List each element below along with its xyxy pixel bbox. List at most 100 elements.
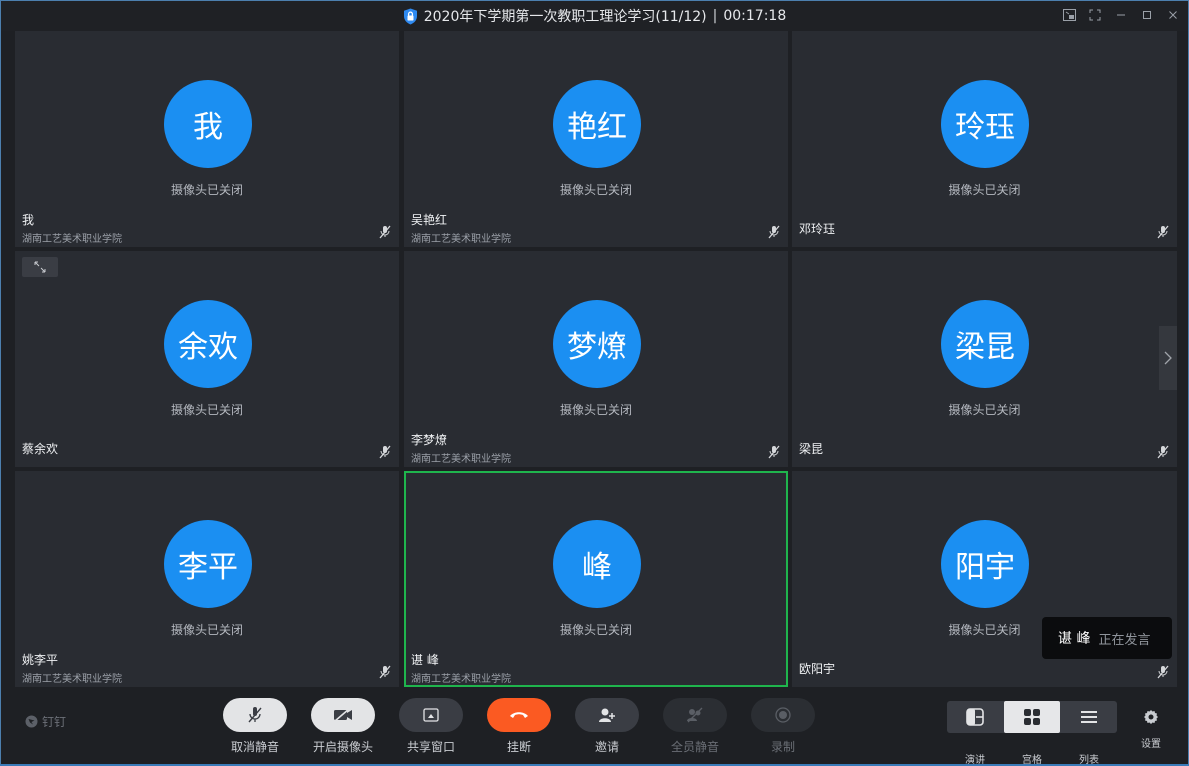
grid-layout-icon — [1024, 709, 1040, 725]
camera-off-label: 摄像头已关闭 — [170, 403, 243, 417]
speaking-name: 谌 峰 — [1058, 631, 1091, 647]
meeting-window: 2020年下学期第一次教职工理论学习(11/12) | 00:17:18 我 摄… — [0, 0, 1189, 766]
share-window-button[interactable]: 共享窗口 — [399, 698, 463, 755]
camera-off-label: 摄像头已关闭 — [948, 183, 1021, 197]
fullscreen-icon[interactable] — [1088, 7, 1102, 23]
shield-lock-icon — [403, 8, 417, 24]
participant-name: 邓玲珏 — [799, 222, 836, 236]
mic-muted-icon — [379, 445, 391, 459]
participant-name: 蔡余欢 — [22, 442, 59, 456]
mic-muted-icon — [768, 225, 780, 239]
share-screen-icon — [423, 708, 439, 722]
hangup-label: 挂断 — [506, 740, 531, 754]
list-layout-icon — [1081, 711, 1097, 723]
settings-label: 设置 — [1141, 739, 1161, 750]
speaking-indicator: 谌 峰 正在发言 — [1042, 617, 1172, 659]
participant-tile[interactable]: 余欢 摄像头已关闭 蔡余欢 — [15, 251, 399, 467]
record-button[interactable]: 录制 — [751, 698, 815, 755]
maximize-icon[interactable] — [1140, 7, 1154, 23]
participant-name: 李梦燎 — [411, 433, 448, 447]
dingtalk-logo-icon — [25, 715, 38, 728]
view-list-button[interactable] — [1061, 701, 1117, 733]
participant-org: 湖南工艺美术职业学院 — [411, 454, 511, 465]
participant-tile-active-speaker[interactable]: 峰 摄像头已关闭 谌 峰 湖南工艺美术职业学院 — [404, 471, 788, 687]
title-bar[interactable]: 2020年下学期第一次教职工理论学习(11/12) | 00:17:18 — [1, 1, 1188, 31]
participant-tile[interactable]: 玲珏 摄像头已关闭 邓玲珏 — [792, 31, 1177, 247]
mute-all-label: 全员静音 — [670, 740, 719, 754]
camera-off-icon — [334, 708, 352, 722]
camera-off-label: 摄像头已关闭 — [170, 183, 243, 197]
speaking-status: 正在发言 — [1098, 632, 1151, 648]
hangup-icon — [510, 712, 528, 718]
record-icon — [775, 707, 791, 723]
mic-muted-icon — [1157, 665, 1169, 679]
next-page-button[interactable] — [1159, 326, 1177, 390]
participant-org: 湖南工艺美术职业学院 — [411, 674, 511, 685]
brand-label: 钉钉 — [42, 715, 67, 729]
participant-tile[interactable]: 梦燎 摄像头已关闭 李梦燎 湖南工艺美术职业学院 — [404, 251, 788, 467]
mic-off-icon — [248, 707, 262, 723]
camera-off-label: 摄像头已关闭 — [559, 623, 632, 637]
mic-muted-icon — [379, 225, 391, 239]
view-grid-button[interactable] — [1004, 701, 1060, 733]
mic-muted-icon — [1157, 445, 1169, 459]
meeting-title-text: 2020年下学期第一次教职工理论学习(11/12) — [423, 9, 707, 25]
invite-button[interactable]: 邀请 — [575, 698, 639, 755]
meeting-timer: 00:17:18 — [723, 8, 787, 24]
participant-tile[interactable]: 艳红 摄像头已关闭 吴艳红 湖南工艺美术职业学院 — [404, 31, 788, 247]
video-grid: 我 摄像头已关闭 我 湖南工艺美术职业学院 艳红 摄像头已关闭 吴艳红 湖南工艺… — [15, 31, 1177, 687]
title-separator: | — [712, 8, 718, 24]
pip-icon[interactable] — [1062, 7, 1076, 23]
layout-switcher: 演讲 宫格 列表 — [947, 701, 1117, 766]
settings-button[interactable]: 设置 — [1137, 709, 1165, 750]
expand-tile-button[interactable] — [22, 257, 58, 277]
mute-all-button[interactable]: 全员静音 — [663, 698, 727, 755]
avatar: 玲珏 — [941, 80, 1029, 168]
avatar: 余欢 — [164, 300, 252, 388]
avatar: 阳宇 — [941, 520, 1029, 608]
participant-name: 姚李平 — [22, 653, 59, 667]
gear-icon — [1144, 710, 1158, 724]
avatar: 梁昆 — [941, 300, 1029, 388]
participant-org: 湖南工艺美术职业学院 — [22, 234, 122, 245]
expand-icon — [34, 261, 46, 273]
avatar: 峰 — [553, 520, 641, 608]
view-present-button[interactable] — [947, 701, 1003, 733]
camera-button[interactable]: 开启摄像头 — [311, 698, 375, 755]
camera-off-label: 摄像头已关闭 — [948, 403, 1021, 417]
add-user-icon — [599, 708, 615, 722]
participant-org: 湖南工艺美术职业学院 — [411, 234, 511, 245]
meeting-toolbar: 钉钉 取消静音 开启摄像头 共享窗口 挂断 邀请 全员静音 录制 演讲 宫格 列… — [1, 687, 1188, 766]
avatar: 梦燎 — [553, 300, 641, 388]
mute-all-icon — [687, 707, 703, 723]
close-icon[interactable] — [1166, 7, 1180, 23]
camera-label: 开启摄像头 — [312, 740, 373, 754]
unmute-label: 取消静音 — [230, 740, 279, 754]
avatar: 李平 — [164, 520, 252, 608]
camera-off-label: 摄像头已关闭 — [559, 183, 632, 197]
share-window-label: 共享窗口 — [406, 740, 455, 754]
dingtalk-brand: 钉钉 — [25, 713, 66, 730]
meeting-title: 2020年下学期第一次教职工理论学习(11/12) | 00:17:18 — [1, 1, 1188, 31]
participant-name: 谌 峰 — [411, 653, 439, 667]
unmute-button[interactable]: 取消静音 — [223, 698, 287, 755]
participant-tile[interactable]: 李平 摄像头已关闭 姚李平 湖南工艺美术职业学院 — [15, 471, 399, 687]
hangup-button[interactable]: 挂断 — [487, 698, 551, 755]
participant-tile[interactable]: 梁昆 摄像头已关闭 梁昆 — [792, 251, 1177, 467]
participant-name: 梁昆 — [799, 442, 824, 456]
participant-name: 我 — [22, 213, 35, 227]
camera-off-label: 摄像头已关闭 — [170, 623, 243, 637]
presenter-layout-icon — [966, 708, 984, 726]
mic-muted-icon — [1157, 225, 1169, 239]
mic-muted-icon — [768, 445, 780, 459]
chevron-right-icon — [1164, 351, 1172, 365]
participant-tile[interactable]: 我 摄像头已关闭 我 湖南工艺美术职业学院 — [15, 31, 399, 247]
minimize-icon[interactable] — [1114, 7, 1128, 23]
participant-name: 欧阳宇 — [799, 662, 836, 676]
avatar: 我 — [164, 80, 252, 168]
mic-muted-icon — [379, 665, 391, 679]
avatar: 艳红 — [553, 80, 641, 168]
participant-name: 吴艳红 — [411, 213, 448, 227]
window-controls — [1062, 7, 1180, 23]
participant-org: 湖南工艺美术职业学院 — [22, 674, 122, 685]
